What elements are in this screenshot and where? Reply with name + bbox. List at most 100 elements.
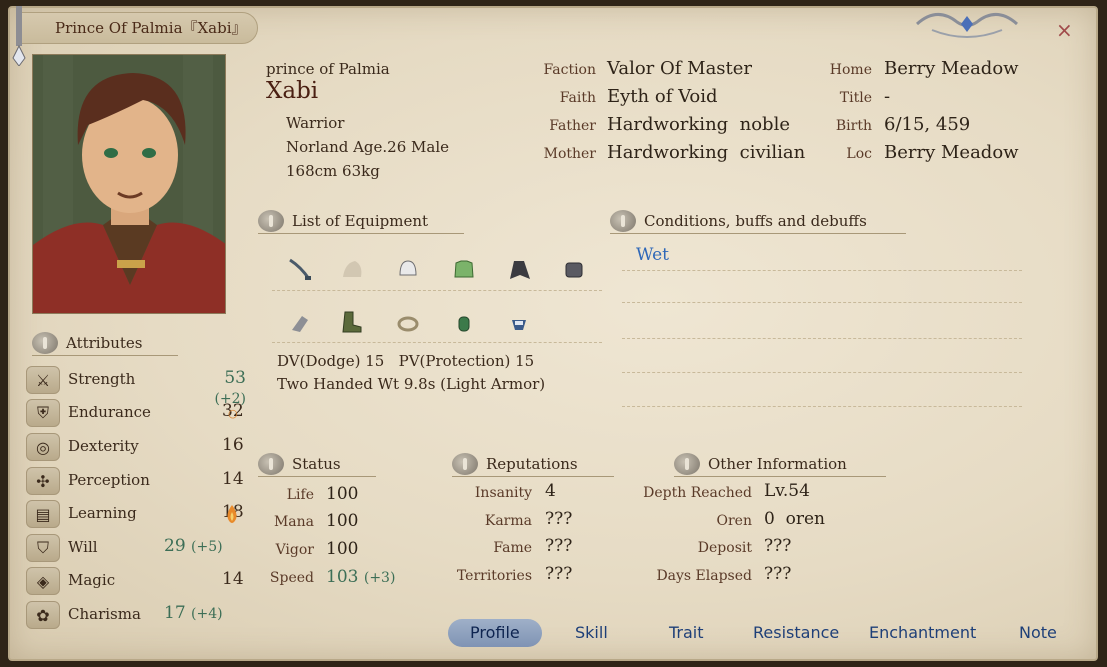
oren-label: Oren: [716, 513, 752, 529]
target-icon: ◎: [26, 433, 60, 461]
fame-value: ???: [545, 536, 573, 556]
mana-value: 100: [326, 511, 359, 531]
attribute-value: 17 (+4): [164, 603, 223, 623]
reputations-heading: Reputations: [452, 453, 614, 477]
attribute-dexterity[interactable]: ◎ Dexterity 16: [26, 433, 246, 463]
attribute-value: 14: [222, 469, 244, 489]
tab-profile[interactable]: Profile: [448, 619, 542, 647]
attribute-strength[interactable]: ⚔ Strength 53 (+2): [26, 366, 246, 407]
character-portrait: [32, 54, 226, 314]
attributes-heading-label: Attributes: [66, 334, 143, 352]
section-marker-icon: [258, 210, 284, 232]
title-label: Title: [839, 90, 872, 106]
condition-wet[interactable]: Wet: [636, 245, 669, 265]
territories-value: ???: [545, 564, 573, 584]
vigor-value: 100: [326, 539, 359, 559]
mother-label: Mother: [543, 146, 596, 162]
character-class: Warrior: [286, 114, 345, 132]
days-elapsed-value: ???: [764, 564, 792, 584]
tab-trait[interactable]: Trait: [669, 619, 704, 647]
sword-icon[interactable]: [286, 256, 314, 284]
boots-icon[interactable]: [338, 308, 366, 336]
divider: [622, 406, 1022, 407]
attribute-value: 14: [222, 569, 244, 589]
father-value: Hardworking noble: [607, 114, 790, 135]
tab-enchantment[interactable]: Enchantment: [869, 619, 976, 647]
status-heading: Status: [258, 453, 376, 477]
character-race-age-sex: Norland Age.26 Male: [286, 138, 450, 156]
deposit-label: Deposit: [697, 540, 752, 556]
status-heading-label: Status: [292, 455, 341, 473]
girdle-icon[interactable]: [286, 310, 314, 338]
deposit-value: ???: [764, 536, 792, 556]
character-name: Xabi: [266, 78, 319, 104]
tab-note[interactable]: Note: [1019, 619, 1057, 647]
close-button[interactable]: ×: [1056, 18, 1073, 42]
rune-icon: ◈: [26, 567, 60, 595]
section-marker-icon: [258, 453, 284, 475]
gauntlet-icon[interactable]: [560, 256, 588, 284]
attribute-name: Endurance: [68, 403, 151, 421]
equipment-heading: List of Equipment: [258, 210, 464, 234]
attribute-value: 16: [222, 435, 244, 455]
home-label: Home: [829, 62, 872, 78]
fighting-style-text: Two Handed Wt 9.8s (Light Armor): [277, 375, 546, 393]
attribute-learning[interactable]: ▤ Learning 18: [26, 500, 246, 530]
shield-icon: ⛉: [26, 534, 60, 562]
potential-marker-icon: ○: [228, 407, 238, 420]
speed-base: 103: [326, 567, 359, 587]
attribute-endurance[interactable]: ⛨ Endurance 32 ○: [26, 399, 246, 429]
attribute-charisma[interactable]: ✿ Charisma 17 (+4): [26, 601, 246, 631]
karma-value: ???: [545, 509, 573, 529]
pin-icon: [12, 6, 26, 66]
attribute-base: 29: [164, 536, 186, 556]
other-info-heading-label: Other Information: [708, 455, 847, 473]
book-icon: ▤: [26, 500, 60, 528]
faith-label: Faith: [559, 90, 596, 106]
attribute-perception[interactable]: ✣ Perception 14: [26, 467, 246, 497]
life-value: 100: [326, 484, 359, 504]
life-label: Life: [286, 487, 314, 503]
ring-icon[interactable]: [394, 310, 422, 338]
speed-value: 103 (+3): [326, 567, 395, 587]
character-alias: prince of Palmia: [266, 60, 390, 78]
birth-value: 6/15, 459: [884, 114, 971, 135]
divider: [622, 270, 1022, 271]
amulet-icon[interactable]: [450, 310, 478, 338]
compass-icon: ✣: [26, 467, 60, 495]
vigor-label: Vigor: [275, 542, 314, 558]
other-info-heading: Other Information: [674, 453, 886, 477]
depth-reached-label: Depth Reached: [643, 485, 752, 501]
ornament-icon: [915, 13, 1019, 38]
divider: [622, 338, 1022, 339]
attribute-magic[interactable]: ◈ Magic 14: [26, 567, 246, 597]
attribute-value: 29 (+5): [164, 536, 223, 556]
attribute-base: 53: [224, 368, 246, 388]
helmet-icon[interactable]: [394, 256, 422, 284]
attribute-name: Learning: [68, 504, 137, 522]
character-height-weight: 168cm 63kg: [286, 162, 380, 180]
days-elapsed-label: Days Elapsed: [656, 568, 752, 584]
faction-label: Faction: [543, 62, 597, 78]
mother-value: Hardworking civilian: [607, 142, 806, 163]
divider: [272, 342, 602, 343]
fame-label: Fame: [493, 540, 532, 556]
attribute-will[interactable]: ⛉ Will 29 (+5): [26, 534, 246, 564]
attribute-name: Will: [68, 538, 98, 556]
tab-resistance[interactable]: Resistance: [753, 619, 839, 647]
cloak-icon[interactable]: [505, 256, 533, 284]
tab-skill[interactable]: Skill: [575, 619, 608, 647]
attributes-heading: Attributes: [32, 332, 178, 356]
ammo-icon[interactable]: [505, 310, 533, 338]
home-value: Berry Meadow: [884, 58, 1019, 79]
ribbon-icon: ✿: [26, 601, 60, 629]
oren-value: 0 oren: [764, 509, 825, 529]
equipment-heading-label: List of Equipment: [292, 212, 429, 230]
faith-value: Eyth of Void: [607, 86, 718, 107]
territories-label: Territories: [456, 568, 532, 584]
karma-label: Karma: [484, 513, 532, 529]
loc-value: Berry Meadow: [884, 142, 1019, 163]
body-armor-icon[interactable]: [450, 256, 478, 284]
empty-slot-icon[interactable]: [338, 256, 366, 284]
section-marker-icon: [610, 210, 636, 232]
